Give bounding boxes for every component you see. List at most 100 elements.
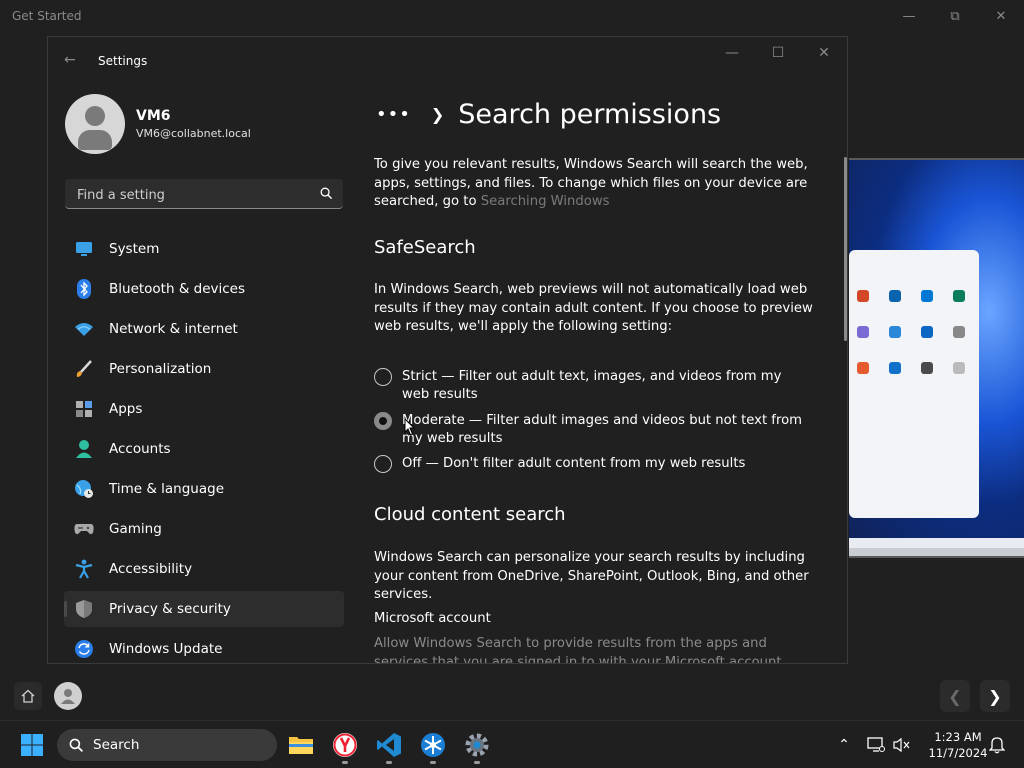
- back-arrow-icon[interactable]: ←: [64, 52, 80, 68]
- gear-icon: [465, 733, 489, 757]
- microsoft-account-heading: Microsoft account: [374, 611, 491, 626]
- get-started-title: Get Started: [12, 9, 82, 23]
- update-icon: [74, 639, 94, 659]
- chevron-right-icon: ❯: [430, 104, 445, 124]
- vscode-button[interactable]: [374, 730, 404, 764]
- person-icon: [74, 439, 94, 459]
- start-menu-tiles: [849, 290, 977, 374]
- gamepad-icon: [74, 519, 94, 539]
- settings-window: ← Settings — ☐ ✕ VM6 VM6@collabnet.local…: [47, 36, 848, 664]
- title-bar: ← Settings — ☐ ✕: [48, 37, 847, 85]
- search-icon[interactable]: [320, 187, 333, 200]
- minimize-icon[interactable]: —: [886, 0, 932, 32]
- avatar[interactable]: [65, 94, 125, 154]
- safesearch-option-moderate[interactable]: Moderate — Filter adult images and video…: [374, 412, 812, 448]
- sidebar-item-label: Accessibility: [109, 561, 193, 577]
- breadcrumb: ••• ❯ Search permissions: [376, 99, 721, 130]
- settings-taskbar-button[interactable]: [462, 730, 492, 764]
- search-icon: [69, 738, 83, 752]
- window-title: Settings: [98, 54, 148, 68]
- taskbar: Search ⌃ 1:23 AM 11/7/2024: [0, 720, 1024, 768]
- speaker-muted-icon: [893, 737, 910, 753]
- safesearch-option-off[interactable]: Off — Don't filter adult content from my…: [374, 455, 812, 473]
- window-controls: — ☐ ✕: [709, 37, 847, 69]
- sidebar-item-accessibility[interactable]: Accessibility: [64, 551, 344, 587]
- sidebar-item-label: System: [109, 241, 160, 257]
- file-explorer-button[interactable]: [286, 730, 316, 760]
- running-indicator: [474, 761, 480, 764]
- find-setting-box[interactable]: [65, 179, 343, 209]
- breadcrumb-overflow-button[interactable]: •••: [376, 104, 411, 125]
- sidebar-item-label: Privacy & security: [109, 601, 231, 617]
- sidebar-item-network-internet[interactable]: Network & internet: [64, 311, 344, 347]
- person-icon: [61, 689, 75, 704]
- home-button[interactable]: [14, 682, 42, 710]
- get-started-footer: ❮ ❯: [0, 676, 1024, 716]
- app-button[interactable]: [418, 730, 448, 764]
- safesearch-heading: SafeSearch: [374, 237, 476, 258]
- taskbar-search[interactable]: Search: [57, 729, 277, 761]
- show-hidden-icons-button[interactable]: ⌃: [830, 730, 858, 760]
- sidebar-item-label: Windows Update: [109, 641, 223, 657]
- radio-label-strict: Strict — Filter out adult text, images, …: [402, 369, 782, 402]
- volume-button[interactable]: [888, 730, 916, 760]
- sidebar-item-label: Network & internet: [109, 321, 238, 337]
- minimize-icon[interactable]: —: [709, 37, 755, 69]
- sidebar-item-bluetooth-devices[interactable]: Bluetooth & devices: [64, 271, 344, 307]
- network-monitor-icon: [867, 737, 885, 752]
- sidebar-item-label: Time & language: [109, 481, 225, 497]
- radio-moderate[interactable]: [374, 412, 392, 430]
- restore-icon[interactable]: ⧉: [932, 0, 978, 32]
- cloud-search-description: Windows Search can personalize your sear…: [374, 550, 809, 602]
- yandex-browser-button[interactable]: [330, 730, 360, 764]
- folder-icon: [289, 737, 313, 754]
- sidebar-item-label: Accounts: [109, 441, 171, 457]
- content-scrollbar[interactable]: [844, 157, 847, 341]
- sidebar-item-apps[interactable]: Apps: [64, 391, 344, 427]
- sidebar-item-personalization[interactable]: Personalization: [64, 351, 344, 387]
- find-setting-input[interactable]: [75, 185, 309, 205]
- sidebar-item-label: Apps: [109, 401, 143, 417]
- accessibility-icon: [74, 559, 94, 579]
- network-status-button[interactable]: [862, 730, 890, 760]
- cloud-search-heading: Cloud content search: [374, 504, 566, 525]
- radio-label-off: Off — Don't filter adult content from my…: [402, 456, 746, 471]
- sidebar-item-accounts[interactable]: Accounts: [64, 431, 344, 467]
- radio-strict[interactable]: [374, 368, 392, 386]
- running-indicator: [342, 761, 348, 764]
- running-indicator: [386, 761, 392, 764]
- snowflake-app-icon: [421, 733, 445, 757]
- notifications-button[interactable]: [984, 730, 1010, 760]
- sidebar-item-system[interactable]: System: [64, 231, 344, 267]
- chevron-left-icon: ❮: [948, 686, 962, 706]
- safesearch-option-strict[interactable]: Strict — Filter out adult text, images, …: [374, 368, 812, 404]
- vscode-icon: [377, 733, 401, 757]
- wifi-icon: [74, 319, 94, 339]
- sidebar-item-privacy-security[interactable]: Privacy & security: [64, 591, 344, 627]
- sidebar-item-time-language[interactable]: Time & language: [64, 471, 344, 507]
- previous-button[interactable]: ❮: [940, 680, 970, 712]
- radio-off[interactable]: [374, 455, 392, 473]
- radio-label-moderate: Moderate — Filter adult images and video…: [402, 413, 802, 446]
- apps-icon: [74, 399, 94, 419]
- desktop-preview-image: [849, 158, 1024, 558]
- close-icon[interactable]: ✕: [801, 37, 847, 69]
- get-started-window-controls: — ⧉ ✕: [886, 0, 1024, 32]
- user-name: VM6: [136, 108, 171, 124]
- mouse-cursor-icon: [404, 418, 416, 436]
- maximize-icon[interactable]: ☐: [755, 37, 801, 69]
- yandex-browser-icon: [333, 733, 357, 757]
- intro-text: To give you relevant results, Windows Se…: [374, 156, 824, 212]
- home-icon: [21, 689, 35, 703]
- user-email: VM6@collabnet.local: [136, 127, 251, 140]
- sidebar-item-windows-update[interactable]: Windows Update: [64, 631, 344, 663]
- searching-windows-link[interactable]: Searching Windows: [481, 194, 610, 209]
- sidebar-item-gaming[interactable]: Gaming: [64, 511, 344, 547]
- shield-icon: [74, 599, 94, 619]
- start-button[interactable]: [17, 730, 47, 760]
- close-icon[interactable]: ✕: [978, 0, 1024, 32]
- taskbar-search-label: Search: [93, 737, 140, 753]
- chevron-up-icon: ⌃: [838, 737, 850, 753]
- profile-button[interactable]: [54, 682, 82, 710]
- next-button[interactable]: ❯: [980, 680, 1010, 712]
